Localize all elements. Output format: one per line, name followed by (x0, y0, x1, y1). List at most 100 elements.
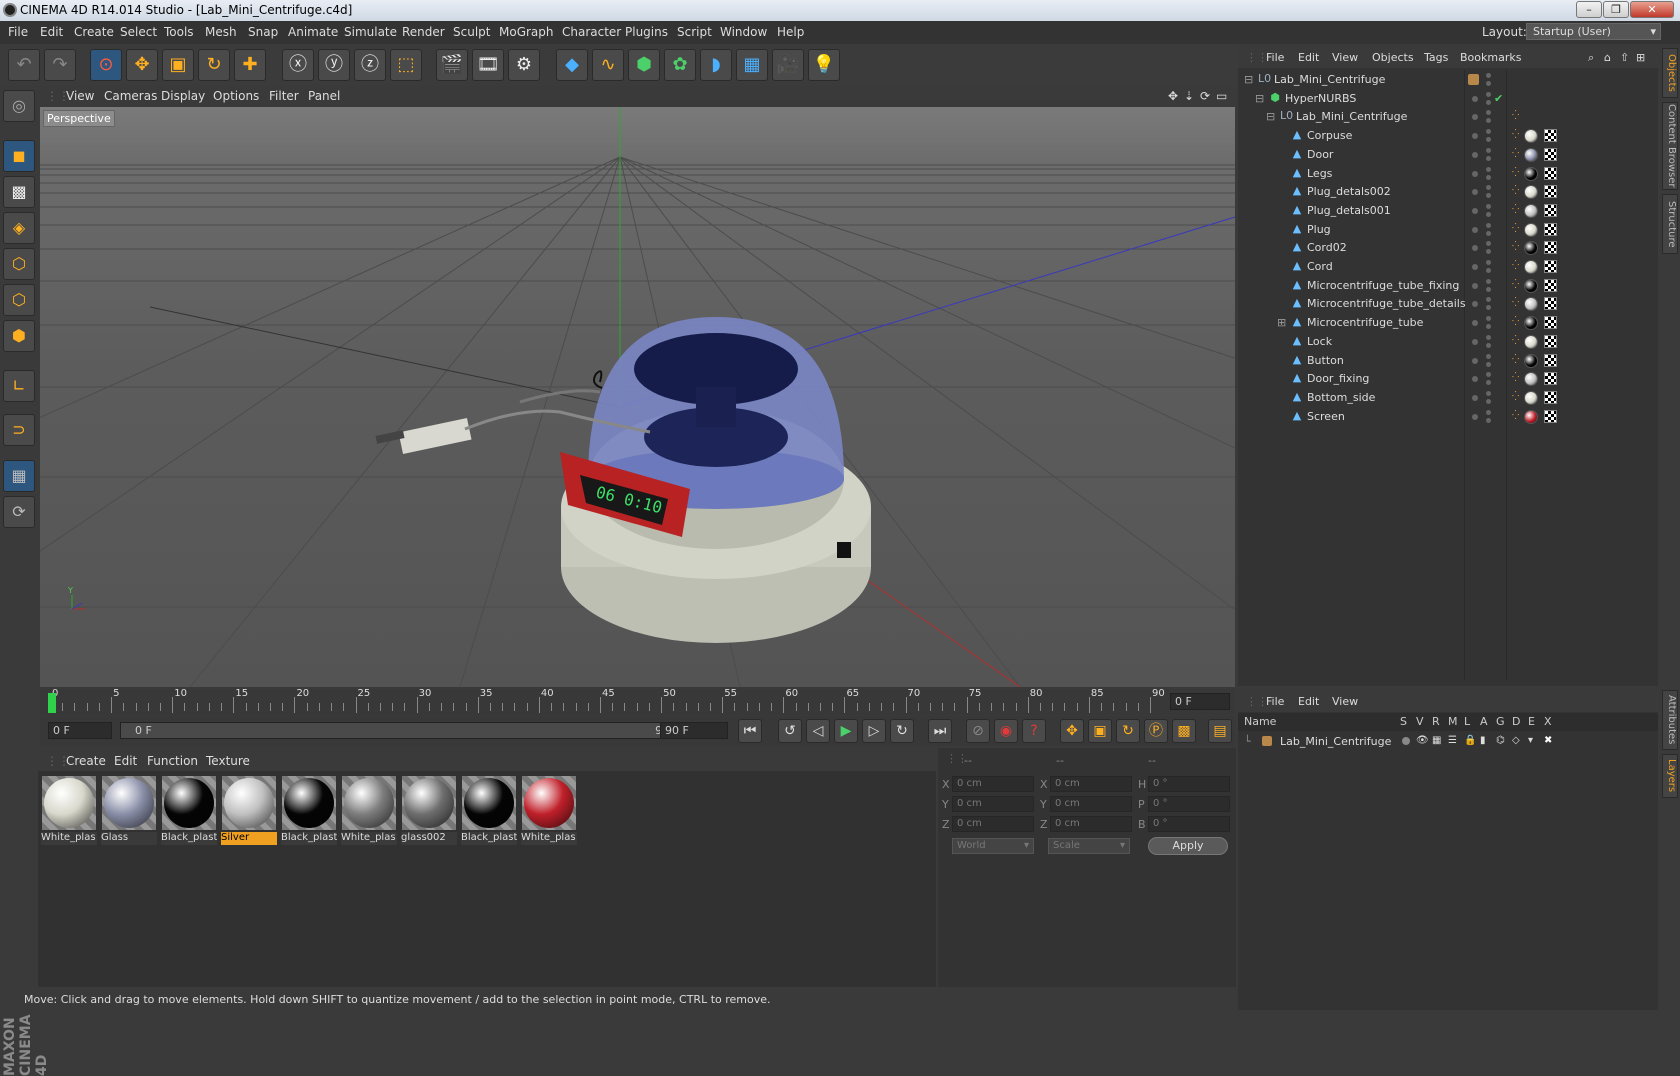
phong-tag-icon[interactable]: ⁛ (1512, 262, 1519, 271)
object-row[interactable]: ▲ Microcentrifuge_tube_details ⁛ (1238, 294, 1658, 314)
editor-visibility-dot[interactable] (1486, 230, 1491, 236)
start-frame-field[interactable]: 0 F (48, 722, 112, 739)
menu-window[interactable]: Window (720, 25, 767, 39)
expand-toggle-icon[interactable]: ⊟ (1244, 73, 1253, 86)
y-axis-lock-button[interactable]: ⓨ (318, 49, 350, 81)
render-visibility-dot[interactable] (1486, 110, 1491, 116)
phong-tag-icon[interactable]: ⁛ (1512, 224, 1519, 233)
editor-visibility-dot[interactable] (1472, 394, 1478, 401)
editor-visibility-dot[interactable] (1472, 264, 1478, 270)
menu-edit[interactable]: Edit (40, 25, 63, 39)
editor-visibility-dot[interactable] (1486, 305, 1491, 311)
menu-plugins[interactable]: Plugins (625, 25, 668, 39)
orbit-icon[interactable]: ⟳ (1200, 89, 1210, 103)
floor-button[interactable]: ▦ (736, 49, 768, 81)
layer-menu-edit[interactable]: Edit (1298, 695, 1319, 708)
material-tag-icon[interactable] (1524, 316, 1538, 331)
nurbs-button[interactable]: ⬢ (628, 49, 660, 81)
menu-select[interactable]: Select (120, 25, 157, 39)
object-row[interactable]: ▲ Corpuse ⁛ (1238, 126, 1658, 146)
object-row[interactable]: ▲ Plug ⁛ (1238, 220, 1658, 240)
move-tool-button[interactable]: ✥ (126, 49, 158, 81)
tab-objects[interactable]: Objects (1662, 48, 1678, 98)
up-icon[interactable]: ⇧ (1620, 51, 1629, 64)
preview-range-slider[interactable]: 0 F 90 F (120, 722, 694, 739)
pos-y-field[interactable]: 0 cm (952, 796, 1034, 812)
menu-render[interactable]: Render (402, 25, 445, 39)
render-visibility-dot[interactable] (1486, 147, 1491, 153)
editor-visibility-dot[interactable] (1486, 342, 1491, 348)
material-swatch[interactable]: White_plas (40, 774, 98, 846)
home-icon[interactable]: ⌂ (1604, 51, 1611, 64)
search-icon[interactable]: ⌕ (1588, 51, 1594, 65)
phong-tag-icon[interactable]: ⁛ (1512, 336, 1519, 345)
render-visibility-dot[interactable] (1486, 260, 1491, 265)
minimize-button[interactable]: – (1576, 1, 1602, 18)
menu-create[interactable]: Create (74, 25, 114, 39)
material-swatch[interactable]: Glass (100, 774, 158, 846)
editor-visibility-dot[interactable] (1472, 226, 1478, 233)
render-visibility-dot[interactable] (1486, 241, 1491, 247)
scale-tool-button[interactable]: ▣ (162, 49, 194, 81)
menu-simulate[interactable]: Simulate (344, 25, 397, 39)
material-swatch[interactable]: Silver (220, 774, 278, 846)
material-tag-icon[interactable] (1524, 278, 1538, 293)
editor-visibility-dot[interactable] (1472, 95, 1478, 102)
layer-menu-file[interactable]: File (1266, 695, 1284, 708)
expand-toggle-icon[interactable]: ⊟ (1266, 110, 1275, 123)
phong-tag-icon[interactable]: ⁛ (1512, 205, 1519, 214)
editor-visibility-dot[interactable] (1472, 151, 1478, 158)
menu-snap[interactable]: Snap (248, 25, 278, 39)
phong-tag-icon[interactable]: ⁛ (1512, 187, 1519, 196)
phong-tag-icon[interactable]: ⁛ (1512, 355, 1519, 364)
cube-object-button[interactable]: ◆ (556, 49, 588, 81)
xref-icon[interactable]: ✖ (1544, 735, 1552, 746)
autokey-button[interactable]: ◉ (994, 719, 1018, 743)
uvw-tag-icon[interactable] (1544, 166, 1557, 180)
material-tag-icon[interactable] (1524, 203, 1538, 218)
material-swatch[interactable]: Black_plast (160, 774, 218, 846)
maximize-view-icon[interactable]: ▭ (1216, 89, 1227, 103)
render-visibility-dot[interactable] (1486, 278, 1491, 284)
object-row[interactable]: ▲ Button ⁛ (1238, 351, 1658, 371)
go-to-end-button[interactable]: ⏭ (928, 719, 952, 743)
uvw-tag-icon[interactable] (1544, 129, 1557, 143)
tweak-mode-button[interactable]: ⊃ (3, 414, 35, 446)
render-icon[interactable]: ▦ (1432, 735, 1441, 746)
material-tag-icon[interactable] (1524, 372, 1538, 387)
generator-icon[interactable]: ⌬ (1496, 735, 1505, 746)
render-visibility-dot[interactable] (1486, 353, 1491, 359)
uvw-tag-icon[interactable] (1544, 203, 1557, 217)
editor-visibility-dot[interactable] (1486, 268, 1491, 273)
timeline[interactable]: 051015202530354045505560657075808590 0 F (40, 688, 1235, 715)
record-keys-button[interactable]: ⊘ (966, 719, 990, 743)
layer-menu-view[interactable]: View (1332, 695, 1358, 708)
workplane-button[interactable]: ◈ (3, 212, 35, 244)
rot-p-field[interactable]: 0 ° (1148, 796, 1230, 812)
render-visibility-dot[interactable] (1486, 372, 1491, 378)
render-visibility-dot[interactable] (1486, 390, 1491, 396)
editor-visibility-dot[interactable] (1472, 245, 1478, 252)
editor-visibility-dot[interactable] (1486, 380, 1491, 386)
uvw-tag-icon[interactable] (1544, 409, 1557, 423)
material-tag-icon[interactable] (1524, 185, 1538, 200)
next-key-button[interactable]: ↻ (890, 719, 914, 743)
uvw-tag-icon[interactable] (1544, 316, 1557, 330)
key-position-button[interactable]: ✥ (1060, 719, 1084, 743)
object-row[interactable]: ▲ Legs ⁛ (1238, 164, 1658, 184)
next-frame-button[interactable]: ▷ (862, 719, 886, 743)
key-point-level-button[interactable]: ▩ (1172, 719, 1196, 743)
phong-tag-icon[interactable]: ⁛ (1512, 299, 1519, 308)
phong-tag-icon[interactable]: ⁛ (1512, 243, 1519, 252)
x-axis-lock-button[interactable]: ⓧ (282, 49, 314, 81)
play-button[interactable]: ▶ (834, 719, 858, 743)
menu-character[interactable]: Character (562, 25, 621, 39)
vp-menu-options[interactable]: Options (213, 89, 259, 103)
menu-mograph[interactable]: MoGraph (499, 25, 554, 39)
uvw-tag-icon[interactable] (1544, 147, 1557, 161)
phong-tag-icon[interactable]: ⁛ (1512, 112, 1519, 121)
edges-mode-button[interactable]: ⬡ (3, 284, 35, 316)
material-swatch[interactable]: glass002 (400, 774, 458, 846)
lock-icon[interactable]: 🔒 (1464, 735, 1476, 746)
apply-button[interactable]: Apply (1148, 837, 1228, 855)
